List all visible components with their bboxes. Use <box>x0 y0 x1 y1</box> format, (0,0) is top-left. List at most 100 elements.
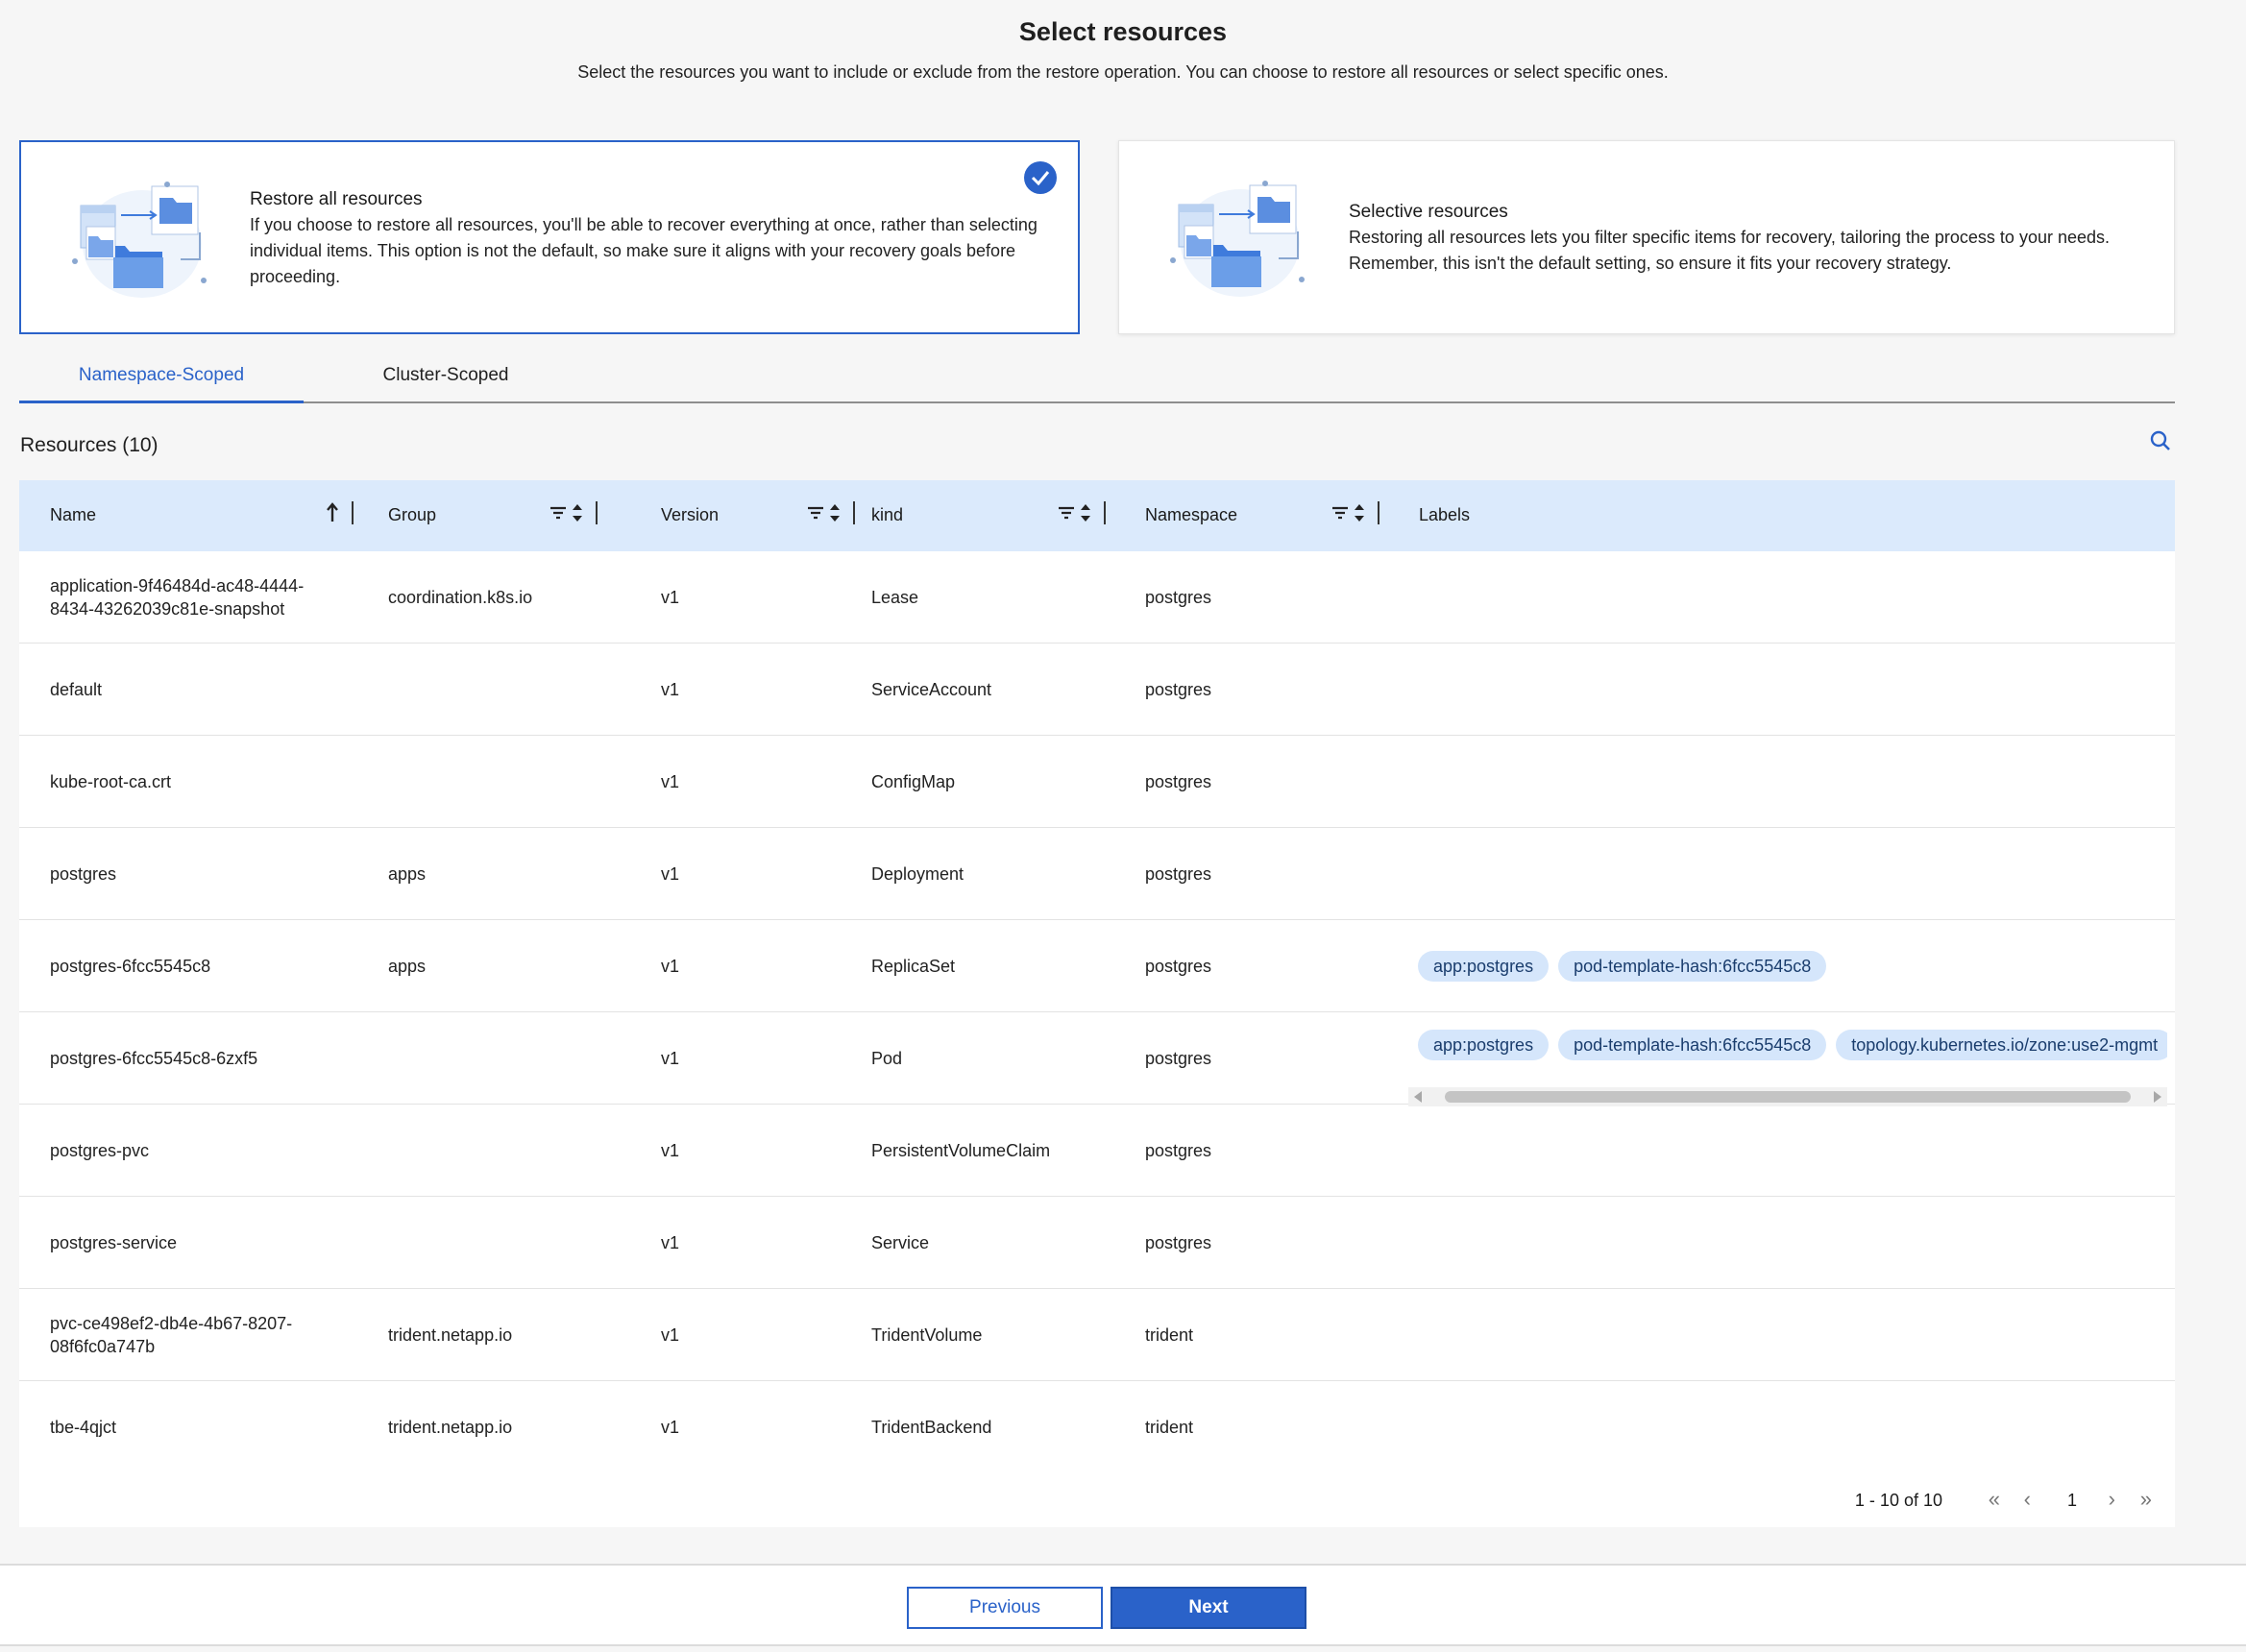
column-resize-handle[interactable] <box>1378 501 1379 524</box>
cell-version: v1 <box>661 772 680 791</box>
sort-icon[interactable] <box>1079 502 1092 523</box>
sort-icon[interactable] <box>571 502 584 523</box>
filter-icon[interactable] <box>1058 505 1075 521</box>
column-header-labels: Labels <box>1419 505 1471 524</box>
table-row[interactable]: postgres-6fcc5545c8 apps v1 ReplicaSet postg… <box>19 920 2175 1012</box>
horizontal-scrollbar[interactable] <box>1408 1087 2167 1106</box>
cell-group: coordination.k8s.io <box>388 588 533 607</box>
cell-kind: Service <box>871 1233 930 1252</box>
table-row[interactable]: postgres-pvc v1 PersistentVolumeClaim postg… <box>19 1105 2175 1197</box>
table-row[interactable]: application-9f46484d-ac48-4444-8434-4326… <box>19 551 2175 644</box>
cell-kind: ReplicaSet <box>871 957 956 976</box>
label-chip: app:postgres <box>1418 1030 1550 1060</box>
cell-name: kube-root-ca.crt <box>50 772 172 791</box>
cell-labels <box>1418 828 2167 920</box>
cell-name: tbe-4qjct <box>50 1418 117 1437</box>
cell-namespace: postgres <box>1145 588 1212 607</box>
restore-all-option-card[interactable]: Restore all resources If you choose to r… <box>19 140 1080 334</box>
folders-illustration-icon <box>1170 181 1305 297</box>
cell-labels <box>1418 644 2167 736</box>
cell-namespace: postgres <box>1145 1049 1212 1068</box>
tab-cluster-scoped[interactable]: Cluster-Scoped <box>304 365 588 403</box>
cell-labels <box>1418 736 2167 828</box>
filter-icon[interactable] <box>807 505 824 521</box>
pagination: 1 - 10 of 10 « ‹ 1 › » <box>19 1470 2175 1527</box>
column-resize-handle[interactable] <box>596 501 598 524</box>
label-chips: app:postgres pod-template-hash:6fcc5545c8 <box>1418 951 1827 982</box>
cell-namespace: trident <box>1145 1325 1194 1345</box>
label-chip: pod-template-hash:6fcc5545c8 <box>1558 1030 1827 1060</box>
column-header-version: Version <box>630 480 855 551</box>
option-title: Restore all resources <box>250 189 423 209</box>
page-title: Select resources <box>1018 17 1228 46</box>
cell-kind: ServiceAccount <box>871 680 992 699</box>
first-page-icon[interactable]: « <box>1989 1487 2000 1512</box>
table-row[interactable]: default v1 ServiceAccount postgres <box>19 644 2175 736</box>
sort-icon[interactable] <box>828 502 842 523</box>
cell-namespace: postgres <box>1145 957 1212 976</box>
cell-group: trident.netapp.io <box>388 1325 513 1345</box>
label-chip: app:postgres <box>1418 951 1550 982</box>
scope-tabs: Namespace-Scoped Cluster-Scoped <box>19 355 2175 403</box>
cell-version: v1 <box>661 1418 680 1437</box>
cell-labels <box>1418 1289 2167 1381</box>
table-row[interactable]: tbe-4qjct trident.netapp.io v1 TridentBacke… <box>19 1381 2175 1473</box>
label-chip: pod-template-hash:6fcc5545c8 <box>1558 951 1827 982</box>
next-page-icon[interactable]: › <box>2109 1487 2115 1512</box>
table-row[interactable]: pvc-ce498ef2-db4e-4b67-8207-08f6fc0a747b… <box>19 1289 2175 1381</box>
sort-ascending-icon[interactable] <box>325 502 340 523</box>
cell-name: postgres-6fcc5545c8-6zxf5 <box>50 1049 258 1068</box>
cell-version: v1 <box>661 864 680 884</box>
table-body: application-9f46484d-ac48-4444-8434-4326… <box>19 551 2175 1473</box>
cell-name: postgres-service <box>50 1233 178 1252</box>
option-description: If you choose to restore all resources, … <box>250 215 1038 286</box>
page-subtitle: Select the resources you want to include… <box>577 62 1669 82</box>
cell-name: postgres-6fcc5545c8 <box>50 957 211 976</box>
cell-version: v1 <box>661 957 680 976</box>
sort-icon[interactable] <box>1353 502 1366 523</box>
check-circle-icon <box>1024 161 1057 194</box>
filter-icon[interactable] <box>549 505 567 521</box>
folders-illustration-icon <box>72 182 207 298</box>
cell-name: postgres-pvc <box>50 1141 150 1160</box>
cell-labels <box>1418 1381 2167 1473</box>
cell-kind: TridentBackend <box>871 1418 992 1437</box>
current-page-number: 1 <box>2066 1491 2077 1510</box>
cell-labels <box>1418 1105 2167 1197</box>
cell-namespace: postgres <box>1145 1141 1212 1160</box>
label-chips: app:postgres pod-template-hash:6fcc5545c8… <box>1418 1030 2167 1060</box>
resources-count-title: Resources (10) <box>20 434 159 456</box>
cell-version: v1 <box>661 1325 680 1345</box>
cell-name: application-9f46484d-ac48-4444-8434-4326… <box>50 576 305 619</box>
cell-version: v1 <box>661 588 680 607</box>
table-row[interactable]: postgres-service v1 Service postgres <box>19 1197 2175 1289</box>
cell-kind: PersistentVolumeClaim <box>871 1141 1051 1160</box>
cell-namespace: postgres <box>1145 680 1212 699</box>
label-chip: topology.kubernetes.io/zone:use2-mgmt <box>1836 1030 2167 1060</box>
column-resize-handle[interactable] <box>352 501 354 524</box>
option-description: Restoring all resources lets you filter … <box>1349 228 2110 273</box>
cell-labels <box>1418 1197 2167 1289</box>
previous-button[interactable]: Previous <box>907 1587 1103 1629</box>
table-row[interactable]: postgres-6fcc5545c8-6zxf5 v1 Pod postgres ap… <box>19 1012 2175 1106</box>
column-header-group: Group <box>357 480 631 551</box>
last-page-icon[interactable]: » <box>2140 1487 2152 1512</box>
cell-namespace: postgres <box>1145 772 1212 791</box>
option-title: Selective resources <box>1349 202 1508 222</box>
cell-labels <box>1418 551 2167 644</box>
column-resize-handle[interactable] <box>1104 501 1106 524</box>
table-row[interactable]: postgres apps v1 Deployment postgres <box>19 828 2175 920</box>
previous-page-icon[interactable]: ‹ <box>2024 1487 2031 1512</box>
table-row[interactable]: kube-root-ca.crt v1 ConfigMap postgres <box>19 736 2175 828</box>
next-button[interactable]: Next <box>1111 1587 1306 1629</box>
tab-namespace-scoped[interactable]: Namespace-Scoped <box>19 365 304 403</box>
cell-name: default <box>50 680 103 699</box>
pagination-range: 1 - 10 of 10 <box>1854 1491 1942 1510</box>
cell-group: apps <box>388 957 427 976</box>
cell-group: apps <box>388 864 427 884</box>
selective-resources-option-card[interactable]: Selective resources Restoring all resour… <box>1118 140 2175 334</box>
wizard-footer: Previous Next <box>0 1564 2246 1646</box>
search-icon[interactable] <box>2148 428 2173 453</box>
filter-icon[interactable] <box>1331 505 1349 521</box>
column-header-name: Name <box>19 480 359 551</box>
